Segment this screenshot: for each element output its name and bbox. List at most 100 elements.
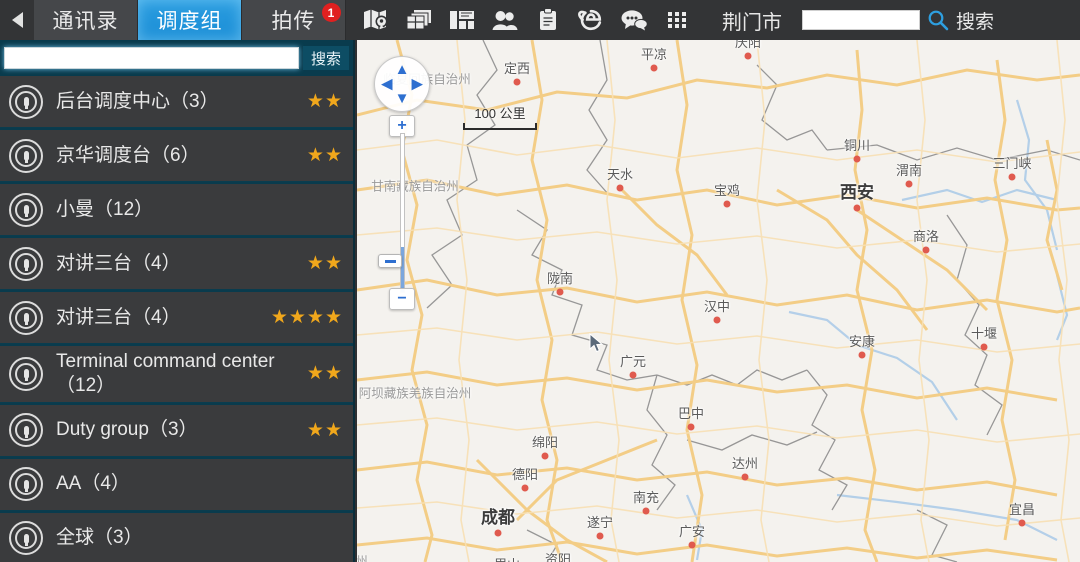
group-search-input[interactable] — [4, 47, 299, 69]
group-name: 全球（3） — [56, 527, 143, 549]
group-list-item[interactable]: 小曼（12） — [0, 184, 353, 236]
city-label: 汉中 — [703, 299, 731, 314]
group-name: 后台调度中心（3） — [56, 90, 219, 112]
city-label: 西安 — [840, 183, 874, 202]
zoom-slider-thumb[interactable] — [378, 254, 402, 268]
group-list-item[interactable]: 对讲三台（4） ★★★★ — [0, 292, 353, 344]
city-marker-dot[interactable] — [723, 200, 731, 208]
grid-apps-icon[interactable] — [655, 0, 698, 40]
toolbar-icons — [354, 0, 698, 40]
city-marker-dot[interactable] — [1008, 173, 1016, 181]
city-label: 商洛 — [912, 229, 940, 244]
city-marker-dot[interactable] — [616, 184, 624, 192]
search-icon[interactable] — [927, 9, 949, 31]
mic-icon — [9, 467, 43, 501]
city-label: 天水 — [606, 167, 634, 182]
city-marker-dot[interactable] — [521, 484, 529, 492]
city-marker-dot[interactable] — [741, 473, 749, 481]
map-pin-icon[interactable] — [354, 0, 397, 40]
city-marker-dot[interactable] — [744, 52, 752, 60]
mic-icon — [9, 192, 43, 227]
group-list-item[interactable]: 后台调度中心（3） ★★ — [0, 76, 353, 128]
city-label: 定西 — [503, 61, 531, 76]
group-list-item[interactable]: Terminal command center（12） ★★ — [0, 346, 353, 403]
city-label: 平凉 — [640, 47, 668, 62]
pan-up-icon[interactable]: ▲ — [395, 62, 410, 77]
city-marker-dot[interactable] — [494, 529, 502, 537]
map-search-input[interactable] — [802, 10, 920, 30]
mic-icon — [9, 356, 43, 391]
tab-label: 调度组 — [156, 10, 223, 33]
main-tabs[interactable]: 通讯录 调度组 拍传 1 — [34, 0, 346, 40]
pan-right-icon[interactable]: ▶ — [411, 77, 423, 92]
city-marker-dot[interactable] — [541, 452, 549, 460]
application-window: 临夏回族自治州甘南藏族自治州阿坝藏族羌族自治州恩施土家族苗族自治州凉山州 定西平… — [0, 0, 1080, 562]
group-list-item[interactable]: Duty group（3） ★★ — [0, 404, 353, 457]
map-search-button[interactable]: 搜索 — [956, 7, 994, 34]
group-name: 对讲三台（4） — [56, 306, 181, 328]
zoom-out-button[interactable]: − — [389, 288, 415, 310]
city-marker-dot[interactable] — [687, 423, 695, 431]
group-name: 对讲三台（4） — [56, 252, 181, 274]
city-marker-dot[interactable] — [513, 78, 521, 86]
video-wall-icon[interactable] — [440, 0, 483, 40]
map-scale-label: 100 公里 — [474, 106, 526, 121]
city-marker-dot[interactable] — [905, 180, 913, 188]
zoom-slider-track[interactable] — [400, 133, 405, 293]
city-label: 铜川 — [843, 138, 871, 153]
chat-bubble-icon[interactable] — [612, 0, 655, 40]
city-marker-dot[interactable] — [688, 541, 696, 549]
city-label: 十堰 — [970, 326, 998, 341]
current-city-label: 荆门市 — [722, 11, 782, 34]
mic-icon — [9, 521, 43, 555]
group-name: Duty group（3） — [56, 419, 198, 441]
city-marker-dot[interactable] — [642, 507, 650, 515]
region-label: 阿坝藏族羌族自治州 — [358, 386, 472, 401]
city-marker-dot[interactable] — [556, 288, 564, 296]
city-label: 陇南 — [546, 271, 574, 286]
dispatch-group-list[interactable]: 后台调度中心（3） ★★ 京华调度台（6） ★★ 小曼（12） 对讲三台（4） ★★ 对讲三台… — [0, 76, 353, 562]
city-marker-dot[interactable] — [713, 316, 721, 324]
map-pan-control[interactable]: ▲ ▼ ◀ ▶ — [374, 56, 430, 112]
group-priority-stars: ★★ — [306, 363, 343, 385]
group-priority-stars: ★★ — [306, 419, 343, 441]
city-label: 达州 — [731, 456, 759, 471]
tab-0[interactable]: 通讯录 — [34, 0, 138, 40]
group-list-item[interactable]: 京华调度台（6） ★★ — [0, 130, 353, 182]
pan-left-icon[interactable]: ◀ — [381, 77, 393, 92]
windows-tile-icon[interactable] — [397, 0, 440, 40]
tab-2[interactable]: 拍传 1 — [242, 0, 346, 40]
group-list-item[interactable]: 全球（3） — [0, 512, 353, 562]
city-marker-dot[interactable] — [596, 532, 604, 540]
group-list-item[interactable]: AA（4） — [0, 458, 353, 511]
city-marker-dot[interactable] — [1018, 519, 1026, 527]
pan-down-icon[interactable]: ▼ — [395, 91, 410, 106]
city-marker-dot[interactable] — [980, 343, 988, 351]
city-marker-dot[interactable] — [922, 246, 930, 254]
map-view[interactable]: 临夏回族自治州甘南藏族自治州阿坝藏族羌族自治州恩施土家族苗族自治州凉山州 定西平… — [357, 40, 1080, 562]
map-zoom-control[interactable]: + − — [378, 115, 416, 310]
group-name: 小曼（12） — [56, 198, 154, 220]
map-scale-bar: 100 公里 — [463, 103, 537, 130]
city-marker-dot[interactable] — [853, 155, 861, 163]
triangle-left-icon — [11, 12, 23, 28]
tab-1[interactable]: 调度组 — [138, 0, 242, 40]
collapse-panel-button[interactable] — [0, 0, 34, 40]
group-list-item[interactable]: 对讲三台（4） ★★ — [0, 238, 353, 290]
city-marker-dot[interactable] — [858, 351, 866, 359]
city-marker-dot[interactable] — [853, 204, 861, 212]
ie-browser-icon[interactable] — [569, 0, 612, 40]
group-search-button[interactable]: 搜索 — [303, 46, 349, 70]
group-name: AA（4） — [56, 473, 130, 495]
users-icon[interactable] — [483, 0, 526, 40]
panel-search-row: 搜索 — [0, 40, 353, 76]
city-marker-dot[interactable] — [629, 371, 637, 379]
city-label: 遂宁 — [586, 515, 614, 530]
top-toolbar: 通讯录 调度组 拍传 1 荆门市 搜索 — [0, 0, 1080, 40]
city-marker-dot[interactable] — [650, 64, 658, 72]
mic-icon — [9, 413, 43, 447]
clipboard-icon[interactable] — [526, 0, 569, 40]
group-name: 京华调度台（6） — [56, 144, 200, 166]
mic-icon — [9, 138, 43, 173]
tab-label: 拍传 — [271, 10, 316, 33]
